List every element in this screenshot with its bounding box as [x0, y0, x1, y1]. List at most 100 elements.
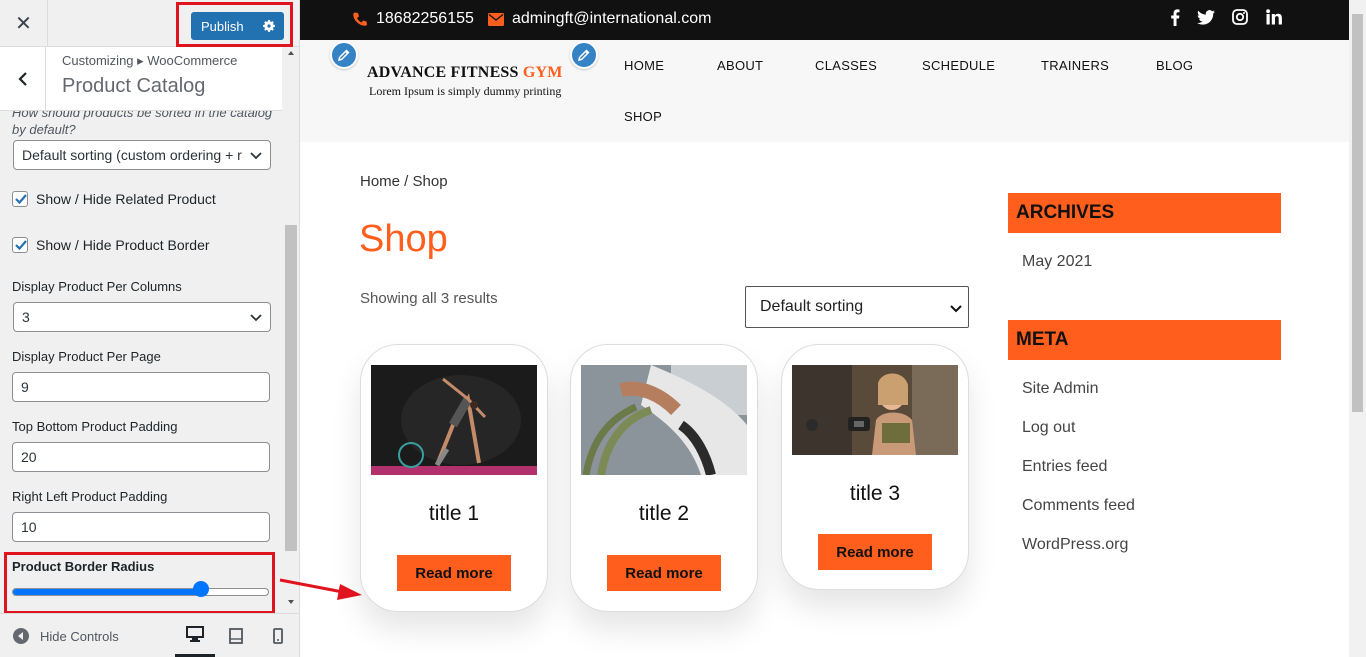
product-card[interactable]: title 3 Read more [781, 344, 969, 590]
meta-link-site-admin[interactable]: Site Admin [1022, 380, 1098, 398]
rl-padding-label: Right Left Product Padding [12, 489, 168, 504]
product-border-label: Show / Hide Product Border [36, 237, 210, 253]
desktop-preview-button[interactable] [175, 614, 215, 657]
meta-link-log-out[interactable]: Log out [1022, 419, 1075, 437]
per-page-label: Display Product Per Page [12, 349, 161, 364]
nav-shop[interactable]: SHOP [624, 109, 662, 124]
tablet-icon [229, 628, 243, 644]
site-header: ADVANCE FITNESS GYM Lorem Ipsum is simpl… [300, 40, 1349, 142]
read-more-button[interactable]: Read more [397, 555, 511, 591]
rl-padding-input[interactable]: 10 [12, 512, 270, 542]
mobile-preview-button[interactable] [258, 614, 298, 657]
checkmark-icon [15, 240, 27, 251]
section-title-bar: Customizing ▸ WooCommerce Product Catalo… [0, 47, 282, 111]
gear-icon[interactable] [261, 18, 277, 34]
border-radius-highlight-box: Product Border Radius [4, 552, 275, 613]
edit-menu-pencil-icon[interactable] [570, 41, 598, 69]
columns-select[interactable]: 3 [13, 302, 271, 332]
page-title: Shop [359, 218, 448, 260]
slider-fill [13, 589, 202, 595]
customizer-breadcrumb: Customizing ▸ WooCommerce [62, 53, 238, 68]
slider-thumb[interactable] [192, 581, 209, 597]
mobile-icon [273, 628, 283, 644]
nav-schedule[interactable]: SCHEDULE [922, 58, 995, 73]
close-customizer-button[interactable]: ✕ [0, 0, 48, 47]
product-title[interactable]: title 1 [361, 502, 547, 526]
phone-info: 18682256155 [352, 10, 474, 28]
chevron-down-icon [250, 314, 262, 322]
preview-scrollbar[interactable] [1349, 0, 1366, 657]
close-icon: ✕ [15, 13, 32, 35]
chevron-left-icon [17, 71, 27, 86]
archive-link[interactable]: May 2021 [1022, 253, 1092, 271]
nav-trainers[interactable]: TRAINERS [1041, 58, 1109, 73]
related-product-label: Show / Hide Related Product [36, 191, 216, 207]
envelope-icon [488, 12, 504, 26]
result-count: Showing all 3 results [360, 290, 498, 307]
related-product-checkbox-row[interactable]: Show / Hide Related Product [12, 191, 216, 207]
top-info-bar: 18682256155 admingft@international.com [300, 0, 1349, 40]
product-border-checkbox-row[interactable]: Show / Hide Product Border [12, 237, 210, 253]
sidebar-scrollbar[interactable] [284, 47, 299, 613]
linkedin-icon[interactable] [1265, 8, 1283, 26]
facebook-icon[interactable] [1166, 8, 1184, 26]
archives-widget-title: ARCHIVES [1008, 193, 1281, 233]
phone-icon [353, 12, 367, 26]
read-more-button[interactable]: Read more [607, 555, 721, 591]
site-logo-title[interactable]: ADVANCE FITNESS GYM [367, 64, 563, 82]
site-tagline: Lorem Ipsum is simply dummy printing [369, 84, 562, 98]
hide-controls-button[interactable]: Hide Controls [12, 627, 119, 645]
product-card[interactable]: title 1 Read more [360, 344, 548, 612]
site-preview: 18682256155 admingft@international.com A… [300, 0, 1366, 657]
annotation-arrow-icon [279, 578, 362, 600]
customizer-header: ✕ Publish [0, 0, 299, 47]
customizer-footer: Hide Controls [0, 613, 299, 657]
product-card[interactable]: title 2 Read more [570, 344, 758, 612]
chevron-down-icon [950, 305, 962, 313]
customizer-sidebar: ✕ Publish Customizing ▸ WooCommerce Prod… [0, 0, 300, 657]
border-radius-slider[interactable] [12, 588, 269, 596]
border-radius-label: Product Border Radius [12, 559, 155, 574]
product-title[interactable]: title 3 [782, 482, 968, 506]
product-image-rope[interactable] [581, 365, 747, 475]
product-title[interactable]: title 2 [571, 502, 757, 526]
edit-logo-pencil-icon[interactable] [330, 41, 358, 69]
controls-panel: How should products be sorted in the cat… [0, 111, 284, 613]
checkmark-icon [15, 194, 27, 205]
back-button[interactable] [0, 47, 46, 110]
twitter-icon[interactable] [1197, 8, 1215, 26]
tb-padding-input[interactable]: 20 [12, 442, 270, 472]
scroll-up-arrow[interactable] [288, 51, 294, 55]
tablet-preview-button[interactable] [216, 614, 256, 657]
collapse-icon [13, 628, 29, 644]
shop-breadcrumb[interactable]: Home / Shop [360, 173, 448, 190]
related-product-checkbox[interactable] [12, 191, 28, 207]
columns-label: Display Product Per Columns [12, 279, 182, 294]
section-name: Product Catalog [62, 75, 206, 97]
orderby-select[interactable]: Default sorting [745, 286, 969, 328]
meta-link-entries-feed[interactable]: Entries feed [1022, 458, 1107, 476]
product-image-dumbbell[interactable] [792, 365, 958, 455]
per-page-input[interactable]: 9 [12, 372, 270, 402]
product-image-yoga[interactable] [371, 365, 537, 475]
publish-label: Publish [201, 18, 244, 34]
sorting-description: How should products be sorted in the cat… [12, 111, 273, 137]
tb-padding-label: Top Bottom Product Padding [12, 419, 178, 434]
chevron-down-icon [250, 152, 262, 160]
desktop-icon [186, 626, 204, 642]
default-sorting-select[interactable]: Default sorting (custom ordering + r [13, 140, 271, 170]
meta-link-wordpress-org[interactable]: WordPress.org [1022, 536, 1128, 554]
publish-button[interactable]: Publish [191, 12, 284, 40]
email-info: admingft@international.com [488, 10, 711, 28]
read-more-button[interactable]: Read more [818, 534, 932, 570]
product-border-checkbox[interactable] [12, 237, 28, 253]
nav-classes[interactable]: CLASSES [815, 58, 877, 73]
nav-blog[interactable]: BLOG [1156, 58, 1193, 73]
instagram-icon[interactable] [1231, 8, 1249, 26]
nav-about[interactable]: ABOUT [717, 58, 763, 73]
meta-link-comments-feed[interactable]: Comments feed [1022, 497, 1135, 515]
scrollbar-thumb[interactable] [1352, 14, 1363, 412]
nav-home[interactable]: HOME [624, 58, 664, 73]
scrollbar-thumb[interactable] [285, 225, 297, 551]
publish-highlight-box: Publish [176, 2, 293, 47]
